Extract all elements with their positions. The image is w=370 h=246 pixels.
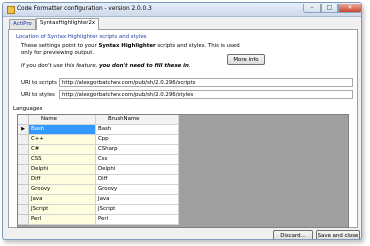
cell-name[interactable]: C#	[29, 145, 96, 155]
cell-brushname[interactable]: Delphi	[96, 165, 179, 175]
grid-row[interactable]: C# CSharp	[18, 145, 179, 155]
row-header[interactable]	[18, 215, 29, 225]
cell-brushname[interactable]: Groovy	[96, 185, 179, 195]
scripts-uri-input[interactable]: http://alexgorbatchev.com/pub/sh/2.0.296…	[59, 78, 353, 87]
row-header-corner	[18, 115, 29, 125]
note-text: If you don't use this feature, you don't…	[21, 63, 191, 69]
cell-brushname[interactable]: JScript	[96, 205, 179, 215]
styles-label: URI to styles	[21, 92, 55, 98]
grid-row[interactable]: Groovy Groovy	[18, 185, 179, 195]
tab-actipro[interactable]: ActiPro	[9, 19, 36, 29]
cell-brushname[interactable]: Perl	[96, 215, 179, 225]
grid-row[interactable]: Java Java	[18, 195, 179, 205]
row-indicator-icon[interactable]: ▶	[18, 125, 29, 135]
scripts-label: URI to scripts	[21, 80, 57, 86]
settings-panel: Location of Syntax Highlighter scripts a…	[8, 29, 358, 228]
grid-row[interactable]: CSS Css	[18, 155, 179, 165]
cell-name[interactable]: Diff	[29, 175, 96, 185]
cell-name[interactable]: Perl	[29, 215, 96, 225]
cell-name[interactable]: C++	[29, 135, 96, 145]
description-line-1: These settings point to your Syntax High…	[21, 43, 240, 49]
grid-row[interactable]: C++ Cpp	[18, 135, 179, 145]
row-header[interactable]	[18, 185, 29, 195]
cell-name[interactable]: Delphi	[29, 165, 96, 175]
grid-row[interactable]: Delphi Delphi	[18, 165, 179, 175]
grid-row[interactable]: Perl Perl	[18, 215, 179, 225]
grid-row[interactable]: Diff Diff	[18, 175, 179, 185]
config-window: Code Formatter configuration - version 2…	[2, 2, 362, 240]
close-button[interactable]: ✕	[338, 4, 361, 13]
row-header[interactable]	[18, 135, 29, 145]
grid-row[interactable]: ▶ Bash Bash	[18, 125, 179, 135]
cell-name[interactable]: Bash	[29, 125, 96, 135]
cell-brushname[interactable]: Bash	[96, 125, 179, 135]
row-header[interactable]	[18, 165, 29, 175]
section-title: Location of Syntax Highlighter scripts a…	[16, 34, 147, 40]
grid-header-row: Name BrushName	[18, 115, 179, 125]
more-info-button[interactable]: More info	[227, 54, 265, 65]
discard-button[interactable]: Discard...	[273, 230, 313, 239]
row-header[interactable]	[18, 145, 29, 155]
window-title: Code Formatter configuration - version 2…	[17, 6, 152, 12]
styles-uri-input[interactable]: http://alexgorbatchev.com/pub/sh/2.0.296…	[59, 90, 353, 99]
cell-brushname[interactable]: Cpp	[96, 135, 179, 145]
cell-brushname[interactable]: Css	[96, 155, 179, 165]
languages-label: Languages	[13, 106, 43, 112]
app-icon	[7, 6, 15, 14]
cell-name[interactable]: Groovy	[29, 185, 96, 195]
tab-syntaxhighlighter2x[interactable]: SyntaxHighlighter2x	[36, 18, 100, 30]
save-and-close-button[interactable]: Save and close	[316, 230, 360, 239]
row-header[interactable]	[18, 205, 29, 215]
minimize-button[interactable]: –	[303, 4, 321, 13]
row-header[interactable]	[18, 195, 29, 205]
cell-name[interactable]: Java	[29, 195, 96, 205]
languages-grid[interactable]: Name BrushName ▶ Bash Bash C++ Cpp C# CS…	[17, 114, 349, 228]
column-header-name[interactable]: Name	[29, 115, 96, 125]
row-header[interactable]	[18, 155, 29, 165]
title-bar[interactable]: Code Formatter configuration - version 2…	[3, 3, 361, 17]
grid-row[interactable]: JScript JScript	[18, 205, 179, 215]
cell-brushname[interactable]: Diff	[96, 175, 179, 185]
cell-brushname[interactable]: Java	[96, 195, 179, 205]
row-header[interactable]	[18, 175, 29, 185]
cell-name[interactable]: JScript	[29, 205, 96, 215]
cell-brushname[interactable]: CSharp	[96, 145, 179, 155]
description-line-2: only for previewing output.	[21, 50, 95, 56]
column-header-brushname[interactable]: BrushName	[96, 115, 179, 125]
maximize-button[interactable]: □	[321, 4, 338, 13]
cell-name[interactable]: CSS	[29, 155, 96, 165]
